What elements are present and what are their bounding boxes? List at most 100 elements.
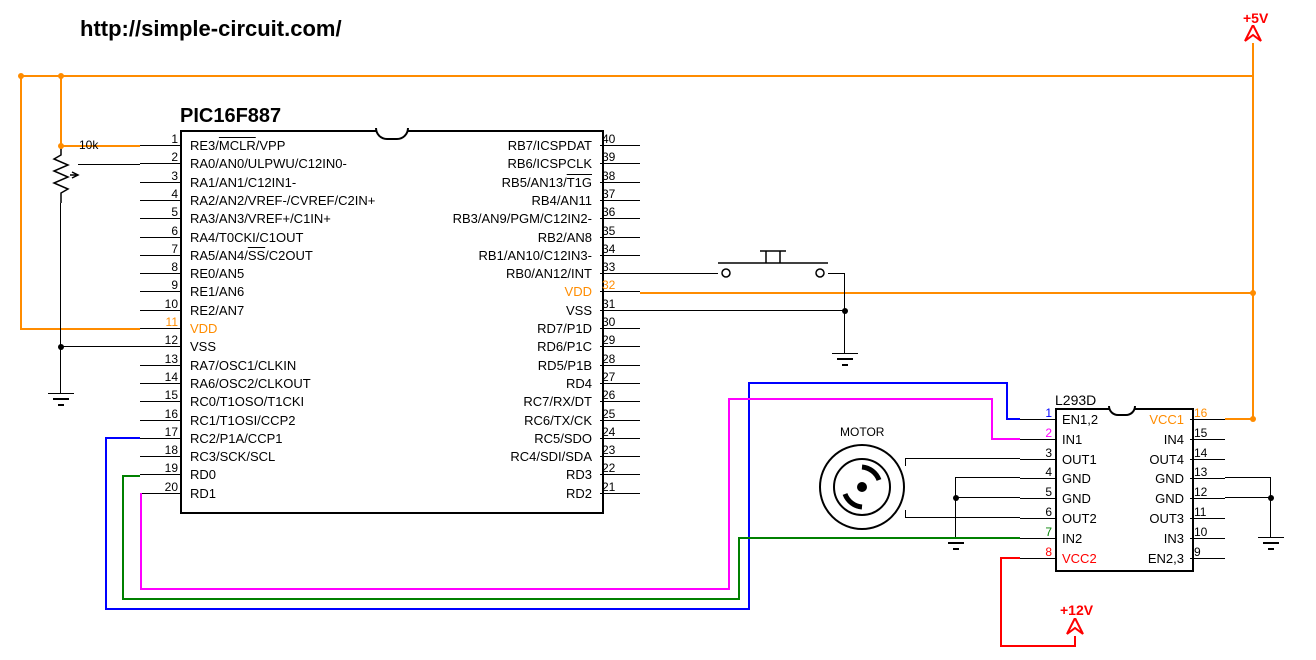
pic-pin-label: RA5/AN4/SS/C2OUT	[190, 248, 313, 263]
wire-rd0-in2-h3	[738, 537, 1020, 539]
pic-pin-label: RB0/AN12/INT	[506, 266, 592, 281]
wire-rd0-in2-v1	[122, 475, 124, 600]
wire-rc2-en12-h4	[1006, 418, 1020, 420]
pic-pin-label: RE2/AN7	[190, 303, 244, 318]
wire-rc2-en12-v1	[105, 437, 107, 610]
wire-rc2-en12-h2	[105, 608, 750, 610]
pic-pin-num: 39	[602, 150, 638, 164]
pic-pin-label: RD0	[190, 467, 216, 482]
wire-btn-gnd-h	[828, 273, 845, 274]
pic-pin-label: RB7/ICSPDAT	[508, 138, 592, 153]
pic-pin-label: VDD	[190, 321, 217, 336]
pic-pin-label: RB4/AN11	[532, 193, 592, 208]
pic-pin-num: 29	[602, 333, 638, 347]
l293d-pin-label: EN2,3	[1148, 551, 1184, 566]
pic-pin-label: RB2/AN8	[538, 230, 592, 245]
pic-pin-num: 34	[602, 242, 638, 256]
pic-pin-label: RA0/AN0/ULPWU/C12IN0-	[190, 156, 347, 171]
l293d-pin-num: 16	[1194, 406, 1222, 420]
pic-pin-label: RE0/AN5	[190, 266, 244, 281]
pic-pin-num: 6	[142, 224, 178, 238]
wire-rc2-en12-h3	[748, 382, 1008, 384]
l293d-pin-num: 6	[1024, 505, 1052, 519]
l293d-pin-label: GND	[1155, 491, 1184, 506]
wire-rc2-en12-v2	[748, 382, 750, 610]
pic-pin-num: 30	[602, 315, 638, 329]
l293d-pin-label: VCC2	[1062, 551, 1097, 566]
pic-pin-num: 15	[142, 388, 178, 402]
l293d-pin-num: 11	[1194, 505, 1222, 519]
l293d-pin-label: IN1	[1062, 432, 1082, 447]
pic-pin-num: 32	[602, 278, 638, 292]
junction-icon	[1249, 289, 1257, 297]
pic-pin-num: 16	[142, 407, 178, 421]
pic-pin-num: 19	[142, 461, 178, 475]
ground-icon	[832, 353, 858, 369]
wire-l293d-gnd-rv	[1270, 477, 1271, 537]
wire-motor-out1-v	[905, 458, 906, 466]
pic-pin-num: 40	[602, 132, 638, 146]
wire-rc2-en12-v3	[1006, 382, 1008, 420]
l293d-pin-num: 4	[1024, 465, 1052, 479]
pic-pin-num: 4	[142, 187, 178, 201]
pic-pin-num: 37	[602, 187, 638, 201]
pic-pin-label: RA7/OSC1/CLKIN	[190, 358, 296, 373]
wire-rb0-btn	[640, 273, 718, 274]
pic-pin-label: RA1/AN1/C12IN1-	[190, 175, 296, 190]
l293d-pin-num: 15	[1194, 426, 1222, 440]
ground-icon	[48, 393, 74, 409]
junction-icon	[1267, 494, 1275, 502]
wire-to-pin11	[20, 328, 140, 330]
pic-pin-num: 28	[602, 352, 638, 366]
l293d-pin-label: OUT4	[1149, 452, 1184, 467]
l293d-pin-num: 8	[1024, 545, 1052, 559]
pic-pin-label: RD2	[566, 486, 592, 501]
pic-pin-num: 26	[602, 388, 638, 402]
pic-pin-num: 12	[142, 333, 178, 347]
source-url: http://simple-circuit.com/	[80, 16, 342, 42]
pic-pin-num: 36	[602, 205, 638, 219]
l293d-pin-label: EN1,2	[1062, 412, 1098, 427]
wire-rc2-en12-h1	[105, 437, 140, 439]
wire-pin31-gnd	[640, 310, 845, 311]
pic-pin-num: 11	[142, 315, 178, 329]
l293d-pin-label: VCC1	[1149, 412, 1184, 427]
motor-label: MOTOR	[840, 425, 884, 439]
pushbutton-icon	[718, 245, 828, 280]
pic-pin-label: RB1/AN10/C12IN3-	[479, 248, 592, 263]
pic-pin-label: RD6/P1C	[537, 339, 592, 354]
pic-pin-label: RD1	[190, 486, 216, 501]
ground-icon	[943, 537, 969, 553]
wire-vss-gnd	[60, 346, 140, 347]
pic-pin-num: 3	[142, 169, 178, 183]
wire-rd1-in1-h1	[140, 493, 142, 590]
pic-pin-num: 18	[142, 443, 178, 457]
pic-pin-label: RD7/P1D	[537, 321, 592, 336]
l293d-pin-num: 7	[1024, 525, 1052, 539]
l293d-title: L293D	[1055, 392, 1096, 408]
pic-pin-label: RA4/T0CKI/C1OUT	[190, 230, 303, 245]
wire-l293d-gnd-r2	[1225, 497, 1271, 498]
wire-rd0-in2-v2	[738, 537, 740, 600]
wire-l293d-gnd-h1	[955, 477, 1020, 478]
wire-5v-far-left	[20, 75, 22, 330]
l293d-pin-label: IN2	[1062, 531, 1082, 546]
junction-icon	[57, 72, 65, 80]
wire-l293d-gnd-h2	[955, 497, 1020, 498]
pic-pin-num: 33	[602, 260, 638, 274]
l293d-pin-label: OUT3	[1149, 511, 1184, 526]
pic-pin-num: 8	[142, 260, 178, 274]
pic-pin-num: 20	[142, 480, 178, 494]
voltage-5v-label: +5V	[1243, 10, 1268, 26]
pic-pin-num: 1	[142, 132, 178, 146]
pic-pin-num: 9	[142, 278, 178, 292]
pic-pin-label: RC5/SDO	[534, 431, 592, 446]
pic-pin-num: 38	[602, 169, 638, 183]
wire-pot-wiper	[78, 164, 140, 165]
junction-icon	[952, 494, 960, 502]
l293d-pin-label: IN4	[1164, 432, 1184, 447]
l293d-pin-num: 2	[1024, 426, 1052, 440]
pic-pin-num: 27	[602, 370, 638, 384]
voltage-12v-label: +12V	[1060, 602, 1093, 618]
l293d-pin-label: GND	[1062, 491, 1091, 506]
